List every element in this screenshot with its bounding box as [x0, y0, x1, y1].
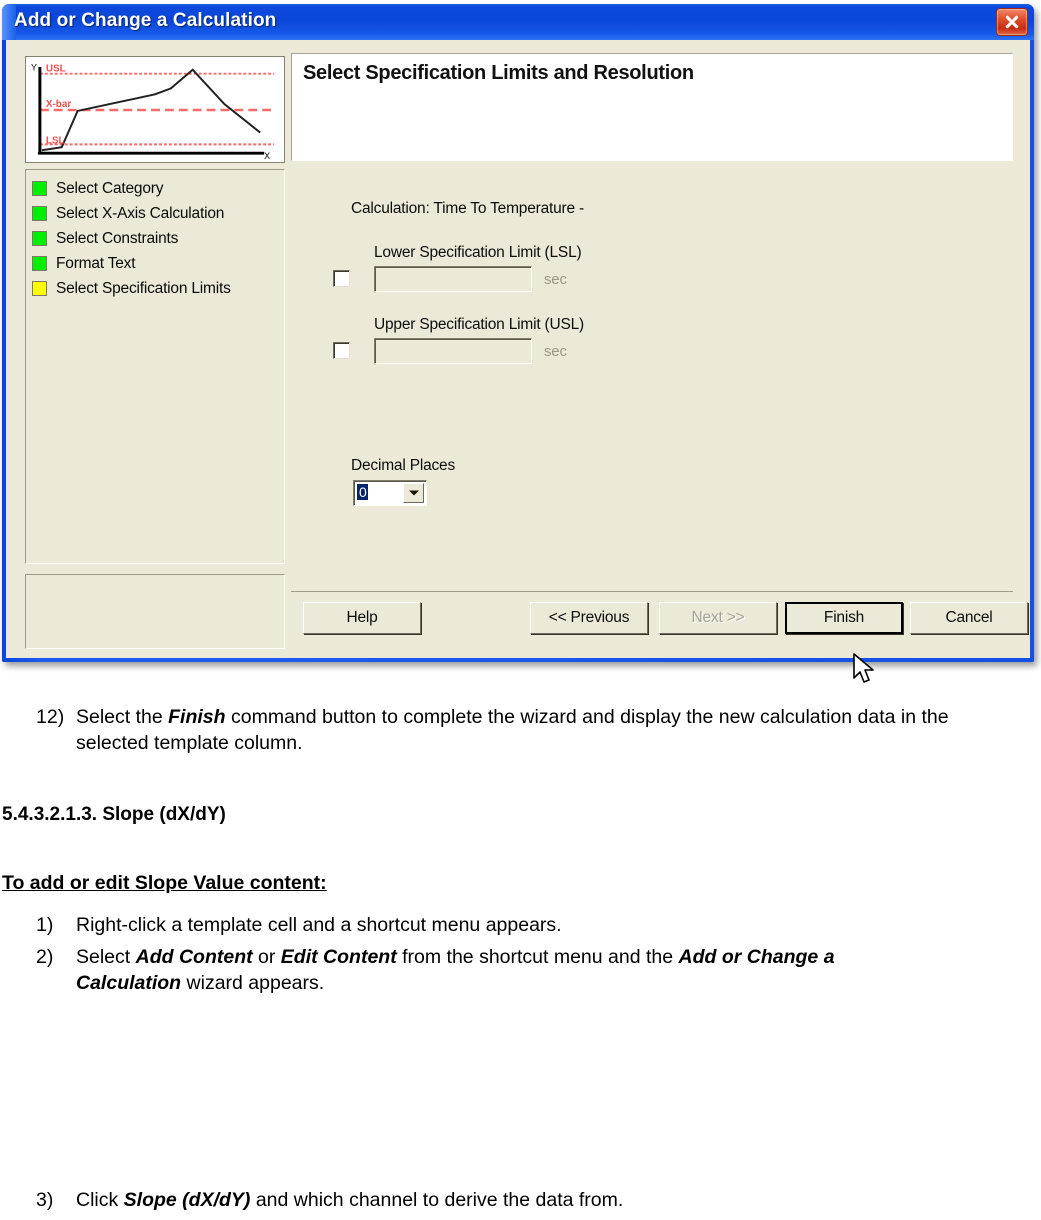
dialog-body: Y X USL X-bar LSL Select Category Select…	[6, 40, 1030, 683]
section-heading: 5.4.3.2.1.3. Slope (dX/dY)	[2, 804, 226, 825]
svg-text:X-bar: X-bar	[46, 99, 72, 110]
page-root: Add or Change a Calculation Y X USL X-ba…	[0, 0, 1041, 1220]
lsl-checkbox[interactable]	[333, 270, 350, 287]
procedure-heading-text: To add or edit Slope Value content:	[2, 872, 327, 894]
step-3-paragraph: 3) Click Slope (dX/dY) and which channel…	[36, 1187, 976, 1213]
control-chart-svg: Y X USL X-bar LSL	[26, 57, 284, 162]
step-3-t2: and which channel to derive the data fro…	[250, 1189, 624, 1211]
svg-text:Y: Y	[31, 63, 37, 73]
step-3-b1: Slope (dX/dY)	[123, 1189, 251, 1211]
step-2-t2: or	[252, 946, 281, 968]
usl-unit-label: sec	[544, 343, 567, 360]
wizard-step-list: Select Category Select X-Axis Calculatio…	[25, 169, 285, 564]
step-label: Select X-Axis Calculation	[56, 204, 225, 222]
svg-text:LSL: LSL	[46, 135, 65, 146]
step-2-t4: wizard appears.	[181, 972, 325, 994]
close-icon[interactable]	[996, 8, 1028, 36]
step-label: Select Constraints	[56, 229, 179, 247]
usl-checkbox[interactable]	[333, 342, 350, 359]
dialog-titlebar: Add or Change a Calculation	[2, 4, 1034, 40]
calculation-name-label: Calculation: Time To Temperature -	[351, 200, 584, 217]
mouse-cursor-icon	[853, 653, 874, 683]
wizard-step-item[interactable]: Format Text	[32, 251, 284, 276]
wizard-step-item[interactable]: Select X-Axis Calculation	[32, 201, 284, 226]
wizard-step-item[interactable]: Select Constraints	[32, 226, 284, 251]
cancel-button[interactable]: Cancel	[910, 602, 1028, 634]
step-status-swatch	[32, 256, 47, 271]
dialog-frame: Add or Change a Calculation Y X USL X-ba…	[2, 4, 1034, 683]
step-12-bold: Finish	[168, 706, 226, 728]
wizard-right-pane: Select Specification Limits and Resoluti…	[291, 53, 1028, 649]
step-12-text-before: Select the	[76, 706, 169, 728]
sidebar-description-panel	[25, 574, 285, 649]
step-status-swatch	[32, 231, 47, 246]
step-2-t3: from the shortcut menu and the	[396, 946, 679, 968]
decimal-places-dropdown[interactable]: 0	[353, 480, 427, 506]
step-2-t1: Select	[76, 946, 136, 968]
lsl-unit-label: sec	[544, 271, 567, 288]
step-2-number: 2)	[36, 946, 54, 968]
lsl-input[interactable]	[374, 266, 532, 292]
step-3-t1: Click	[76, 1189, 124, 1211]
step-2-b2: Edit Content	[280, 946, 397, 968]
step-1-text: Right-click a template cell and a shortc…	[76, 914, 562, 936]
finish-button[interactable]: Finish	[785, 602, 903, 634]
control-chart-thumbnail: Y X USL X-bar LSL	[25, 56, 285, 163]
step-label: Select Category	[56, 179, 164, 197]
wizard-button-bar: Help << Previous Next >> Finish Cancel	[291, 591, 1028, 649]
step-12-paragraph: 12) Select the Finish command button to …	[36, 704, 976, 756]
step-label: Select Specification Limits	[56, 279, 231, 297]
page-title: Select Specification Limits and Resoluti…	[303, 62, 694, 84]
step-2-b1: Add Content	[135, 946, 253, 968]
step-label: Format Text	[56, 254, 136, 272]
step-1-number: 1)	[36, 914, 54, 936]
step-12-number: 12)	[36, 706, 65, 728]
next-button[interactable]: Next >>	[659, 602, 777, 634]
step-status-swatch	[32, 281, 47, 296]
wizard-form-area: Calculation: Time To Temperature - Lower…	[291, 161, 1013, 591]
step-1-paragraph: 1) Right-click a template cell and a sho…	[36, 912, 976, 938]
previous-button[interactable]: << Previous	[530, 602, 648, 634]
chevron-down-icon[interactable]	[403, 483, 424, 503]
wizard-header-box: Select Specification Limits and Resoluti…	[291, 53, 1013, 161]
add-or-change-calculation-dialog: Add or Change a Calculation Y X USL X-ba…	[2, 4, 1034, 683]
decimal-places-label: Decimal Places	[351, 457, 456, 474]
procedure-heading: To add or edit Slope Value content:	[2, 872, 327, 895]
dialog-title: Add or Change a Calculation	[14, 10, 277, 31]
step-status-swatch	[32, 181, 47, 196]
decimal-places-value: 0	[357, 484, 368, 500]
svg-text:USL: USL	[46, 64, 66, 75]
step-2-paragraph: 2) Select Add Content or Edit Content fr…	[36, 944, 936, 996]
help-button[interactable]: Help	[303, 602, 421, 634]
lsl-label: Lower Specification Limit (LSL)	[374, 244, 582, 261]
wizard-step-item[interactable]: Select Category	[32, 176, 284, 201]
usl-input[interactable]	[374, 338, 532, 364]
svg-text:X: X	[264, 151, 270, 161]
wizard-step-item-current[interactable]: Select Specification Limits	[32, 276, 284, 301]
step-status-swatch	[32, 206, 47, 221]
step-3-number: 3)	[36, 1189, 54, 1211]
usl-label: Upper Specification Limit (USL)	[374, 316, 585, 333]
